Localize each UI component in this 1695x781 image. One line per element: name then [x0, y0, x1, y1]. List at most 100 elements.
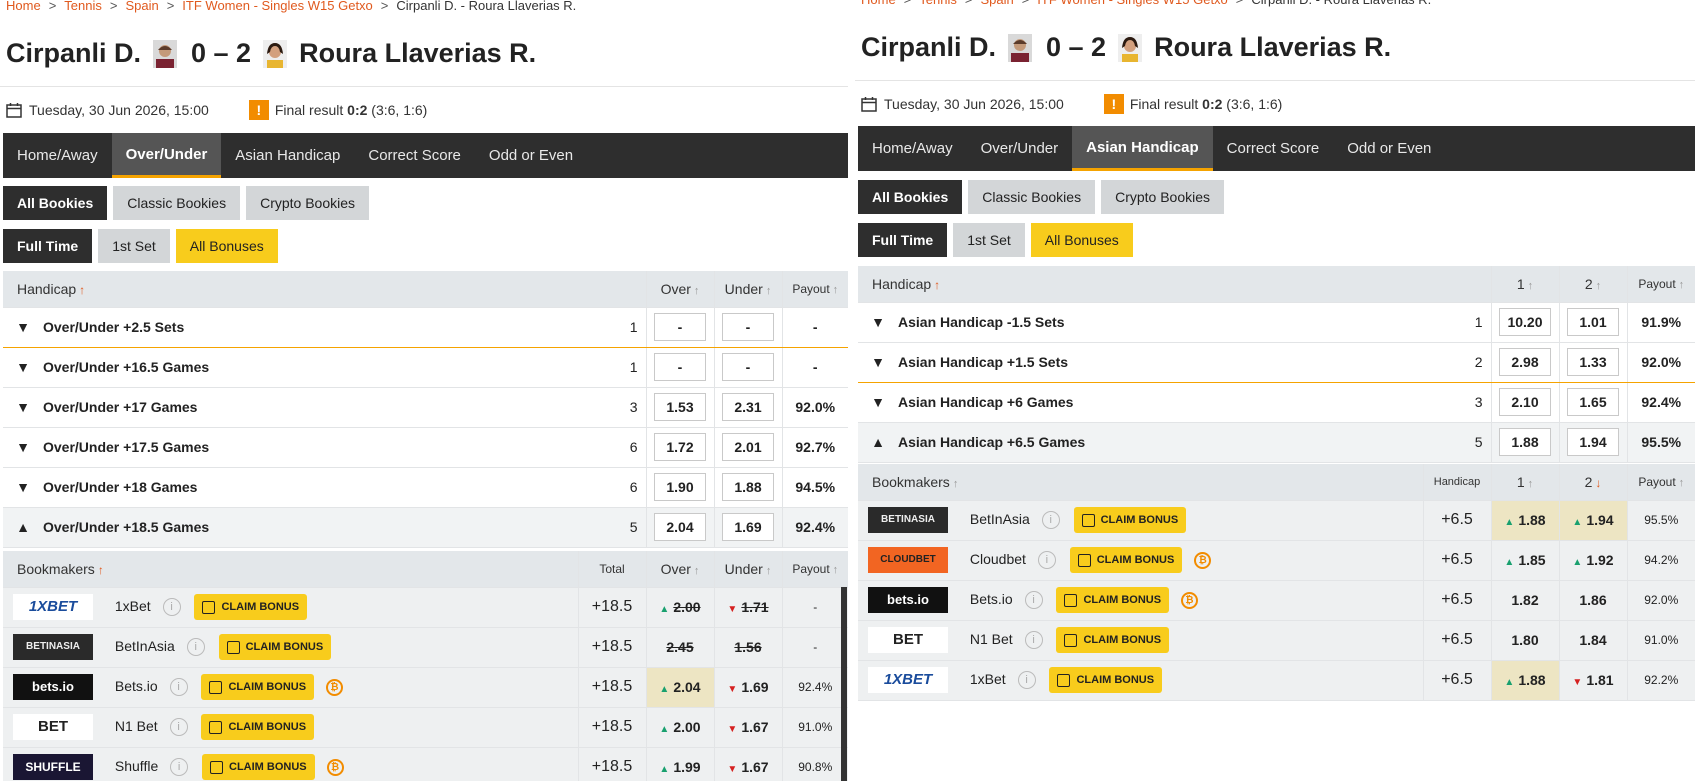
filter-classic-bookies[interactable]: Classic Bookies [113, 186, 241, 220]
odds-button[interactable]: - [722, 313, 774, 341]
odds-cell[interactable]: 1.86 [1558, 580, 1627, 621]
odds-button[interactable]: 2.98 [1499, 348, 1551, 376]
odds-cell[interactable]: ▲ 1.99 [645, 747, 714, 781]
claim-bonus-button[interactable]: CLAIM BONUS [1056, 627, 1170, 653]
home-column-header[interactable]: 1 ↑ [1490, 266, 1559, 303]
claim-bonus-button[interactable]: CLAIM BONUS [218, 634, 332, 660]
table-row[interactable]: ▼ Over/Under +18 Games 6 1.90 1.88 94.5% [3, 467, 848, 508]
odds-cell[interactable]: 1.80 [1490, 620, 1559, 661]
filter-1st-set[interactable]: 1st Set [98, 229, 170, 263]
odds-cell[interactable]: 1.56 [713, 627, 782, 668]
tab-asian-handicap[interactable]: Asian Handicap [1072, 126, 1213, 171]
info-icon[interactable]: i [170, 758, 189, 776]
odds-button[interactable]: 1.88 [722, 473, 774, 501]
breadcrumb-home[interactable]: Home [861, 0, 896, 7]
chevron-down-icon[interactable]: ▼ [3, 427, 43, 468]
odds-cell[interactable]: 1.82 [1490, 580, 1559, 621]
info-icon[interactable]: i [186, 638, 205, 656]
bookmaker-name[interactable]: N1 Bet [970, 631, 1013, 647]
odds-cell[interactable]: ▲ 1.92 [1558, 540, 1627, 581]
breadcrumb-tournament[interactable]: ITF Women - Singles W15 Getxo [1037, 0, 1228, 7]
bookmaker-logo[interactable]: BETINASIA [868, 507, 948, 533]
info-icon[interactable]: i [1037, 551, 1056, 569]
bookmaker-name[interactable]: 1xBet [115, 598, 151, 614]
filter-1st-set[interactable]: 1st Set [953, 223, 1025, 257]
tab-home-away[interactable]: Home/Away [3, 133, 112, 178]
bookmaker-row[interactable]: 1XBET 1xBet i CLAIM BONUS +18.5 ▲ 2.00 ▼ 1… [3, 587, 848, 628]
filter-all-bonuses[interactable]: All Bonuses [1030, 223, 1133, 257]
chevron-down-icon[interactable]: ▼ [858, 382, 898, 423]
bookmaker-logo[interactable]: bets.io [868, 587, 948, 613]
bookmaker-row[interactable]: bets.io Bets.io i CLAIM BONUS ₿ +18.5 ▲ 2… [3, 667, 848, 708]
odds-cell[interactable]: 1.84 [1558, 620, 1627, 661]
chevron-down-icon[interactable]: ▼ [3, 307, 43, 348]
filter-all-bookies[interactable]: All Bookies [858, 180, 963, 214]
bookmaker-logo[interactable]: BET [13, 714, 93, 740]
claim-bonus-button[interactable]: CLAIM BONUS [1073, 507, 1187, 533]
odds-cell[interactable]: ▼ 1.67 [713, 707, 782, 748]
odds-cell[interactable]: ▼ 1.69 [713, 667, 782, 708]
bookmaker-row[interactable]: BETINASIA BetInAsia i CLAIM BONUS +18.5 … [3, 627, 848, 668]
bookmaker-logo[interactable]: BETINASIA [13, 634, 93, 660]
odds-button[interactable]: 1.94 [1567, 428, 1619, 456]
claim-bonus-button[interactable]: CLAIM BONUS [1056, 587, 1170, 613]
tab-asian-handicap[interactable]: Asian Handicap [221, 133, 354, 178]
claim-bonus-button[interactable]: CLAIM BONUS [201, 674, 315, 700]
odds-button[interactable]: 1.72 [654, 433, 706, 461]
bookmaker-logo[interactable]: 1XBET [13, 594, 93, 620]
bookmaker-name[interactable]: BetInAsia [115, 638, 175, 654]
breadcrumb-sport[interactable]: Tennis [64, 0, 102, 13]
bookmakers-column-header[interactable]: Bookmakers ↑ [858, 464, 1423, 501]
over-column-header[interactable]: Over ↑ [645, 271, 714, 308]
tab-odd-or-even[interactable]: Odd or Even [475, 133, 587, 178]
payout-column-header[interactable]: Payout ↑ [781, 551, 848, 588]
table-row[interactable]: ▼ Over/Under +17 Games 3 1.53 2.31 92.0% [3, 387, 848, 428]
bookmaker-row[interactable]: 1XBET 1xBet i CLAIM BONUS +6.5 ▲ 1.88 ▼ 1.… [858, 660, 1695, 701]
bookmaker-row[interactable]: SHUFFLE Shuffle i CLAIM BONUS ₿ +18.5 ▲ 1… [3, 747, 848, 781]
filter-crypto-bookies[interactable]: Crypto Bookies [246, 186, 370, 220]
bookmaker-logo[interactable]: 1XBET [868, 667, 948, 693]
chevron-down-icon[interactable]: ▼ [858, 342, 898, 383]
filter-crypto-bookies[interactable]: Crypto Bookies [1101, 180, 1225, 214]
filter-all-bookies[interactable]: All Bookies [3, 186, 108, 220]
tab-correct-score[interactable]: Correct Score [1213, 126, 1334, 171]
claim-bonus-button[interactable]: CLAIM BONUS [1049, 667, 1163, 693]
odds-button[interactable]: 2.10 [1499, 388, 1551, 416]
claim-bonus-button[interactable]: CLAIM BONUS [194, 594, 308, 620]
odds-button[interactable]: 1.88 [1499, 428, 1551, 456]
bookmaker-name[interactable]: N1 Bet [115, 718, 158, 734]
tab-correct-score[interactable]: Correct Score [354, 133, 475, 178]
odds-button[interactable]: 1.01 [1567, 308, 1619, 336]
tab-home-away[interactable]: Home/Away [858, 126, 967, 171]
info-icon[interactable]: i [162, 598, 181, 616]
odds-button[interactable]: - [654, 313, 706, 341]
bookmaker-row[interactable]: BET N1 Bet i CLAIM BONUS +18.5 ▲ 2.00 ▼ 1.… [3, 707, 848, 748]
odds-cell[interactable]: ▲ 1.94 [1558, 500, 1627, 541]
filter-full-time[interactable]: Full Time [858, 223, 948, 257]
odds-button[interactable]: 1.65 [1567, 388, 1619, 416]
tab-odd-or-even[interactable]: Odd or Even [1333, 126, 1445, 171]
bookmaker-name[interactable]: Cloudbet [970, 551, 1026, 567]
bookmaker-row[interactable]: BETINASIA BetInAsia i CLAIM BONUS +6.5 ▲… [858, 500, 1695, 541]
odds-cell[interactable]: ▲ 1.88 [1490, 660, 1559, 701]
odds-cell[interactable]: ▲ 1.85 [1490, 540, 1559, 581]
claim-bonus-button[interactable]: CLAIM BONUS [1069, 547, 1183, 573]
table-row[interactable]: ▼ Over/Under +16.5 Games 1 - - - [3, 347, 848, 388]
bookmaker-logo[interactable]: SHUFFLE [13, 754, 93, 780]
odds-button[interactable]: - [722, 353, 774, 381]
table-row[interactable]: ▲ Over/Under +18.5 Games 5 2.04 1.69 92.… [3, 507, 848, 548]
info-icon[interactable]: i [169, 718, 188, 736]
away-column-header[interactable]: 2 ↓ [1558, 464, 1627, 501]
table-row[interactable]: ▼ Asian Handicap -1.5 Sets 1 10.20 1.01 … [858, 302, 1695, 343]
bookmaker-logo[interactable]: BET [868, 627, 948, 653]
breadcrumb-country[interactable]: Spain [125, 0, 158, 13]
chevron-up-icon[interactable]: ▲ [3, 507, 43, 548]
home-column-header[interactable]: 1 ↑ [1490, 464, 1559, 501]
bookmaker-name[interactable]: Bets.io [115, 678, 158, 694]
filter-classic-bookies[interactable]: Classic Bookies [968, 180, 1096, 214]
scrollbar[interactable] [841, 587, 847, 781]
payout-column-header[interactable]: Payout ↑ [1626, 266, 1695, 303]
filter-all-bonuses[interactable]: All Bonuses [175, 229, 278, 263]
odds-button[interactable]: 1.90 [654, 473, 706, 501]
info-icon[interactable]: i [1017, 671, 1036, 689]
